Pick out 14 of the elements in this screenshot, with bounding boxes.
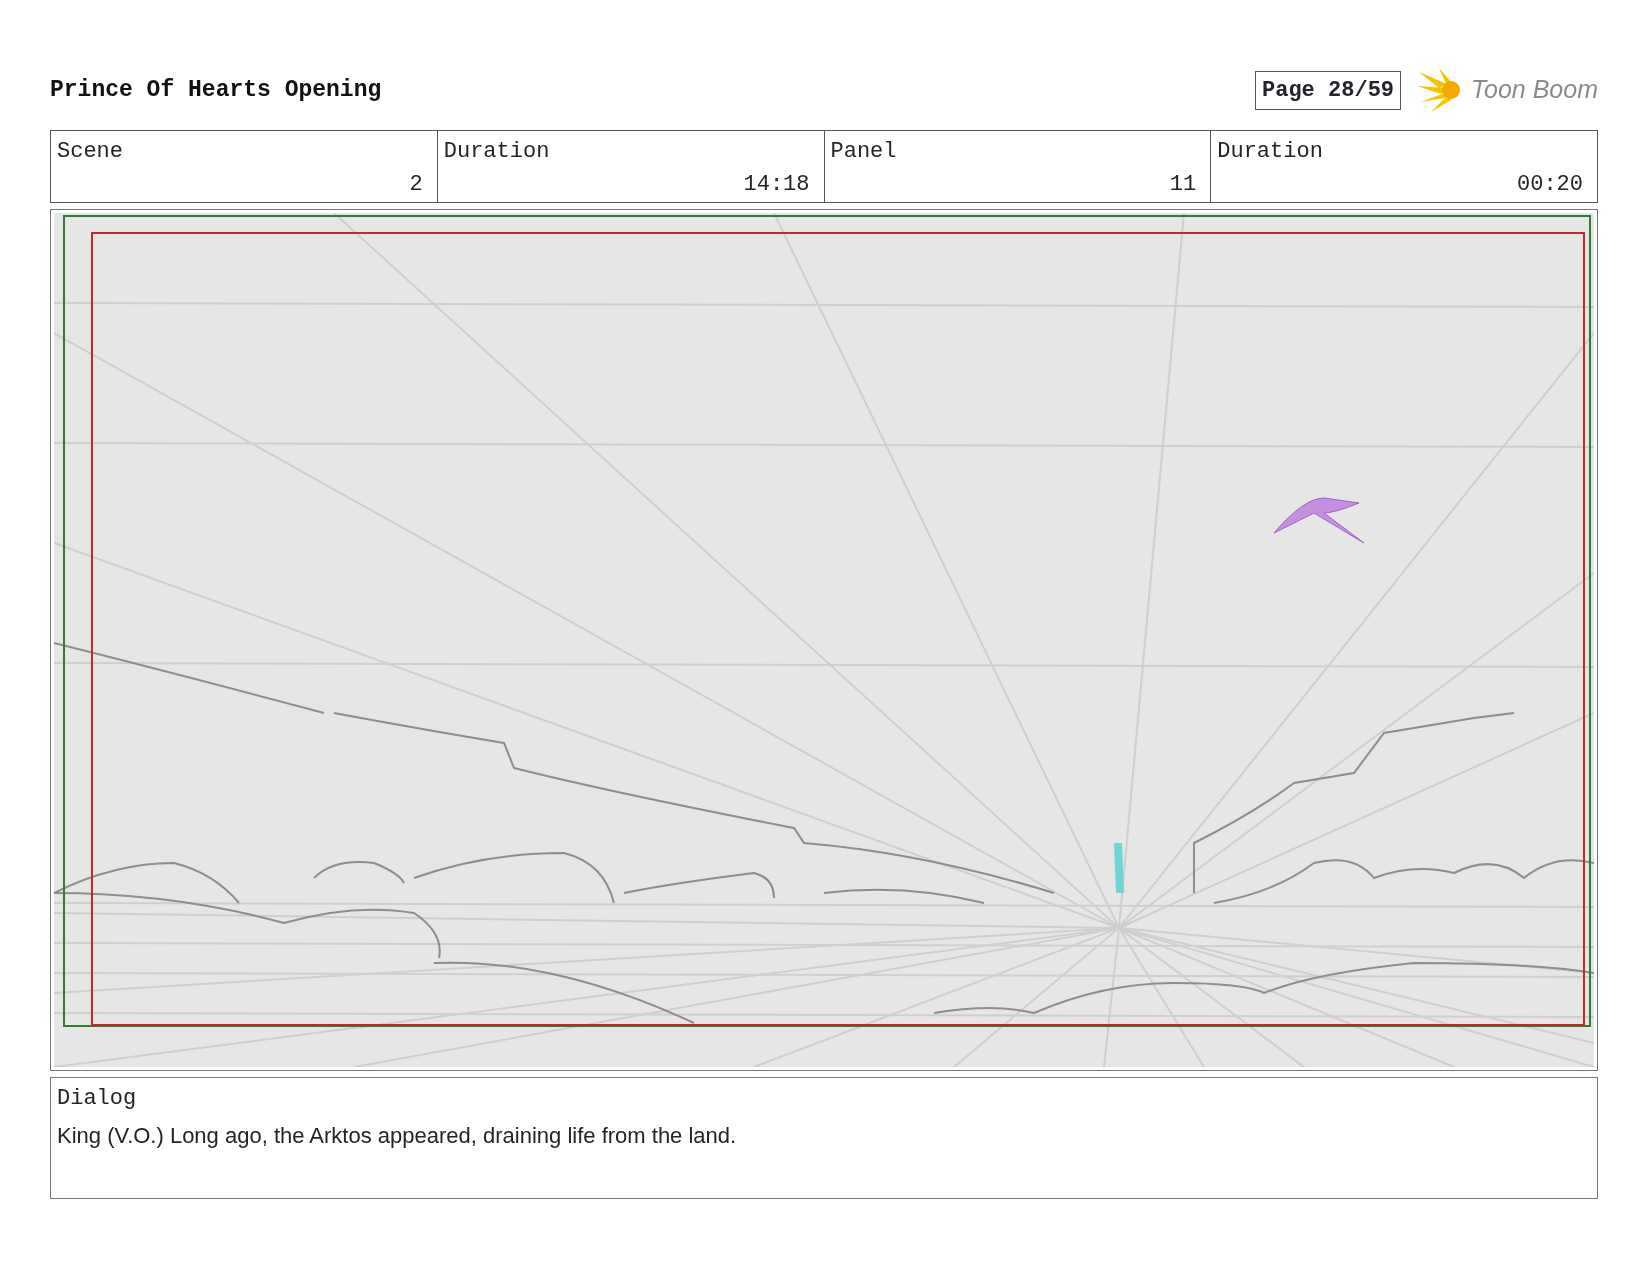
tower-sketch <box>1114 843 1124 893</box>
info-label: Duration <box>1217 138 1324 166</box>
page-number: Page 28/59 <box>1255 70 1402 110</box>
info-value: 2 <box>408 171 423 199</box>
info-value: 14:18 <box>742 171 810 199</box>
dialog-text: King (V.O.) Long ago, the Arktos appeared, draining life from the land. <box>57 1122 738 1150</box>
info-label: Scene <box>57 138 124 166</box>
dialog-label: Dialog <box>57 1085 138 1113</box>
storyboard-title: Prince Of Hearts Opening <box>50 75 382 105</box>
info-value: 00:20 <box>1516 171 1583 199</box>
logo-text: Toon Boom <box>1471 74 1598 106</box>
info-label: Duration <box>443 138 551 166</box>
info-label: Panel <box>830 138 898 166</box>
info-value: 11 <box>1168 171 1197 199</box>
